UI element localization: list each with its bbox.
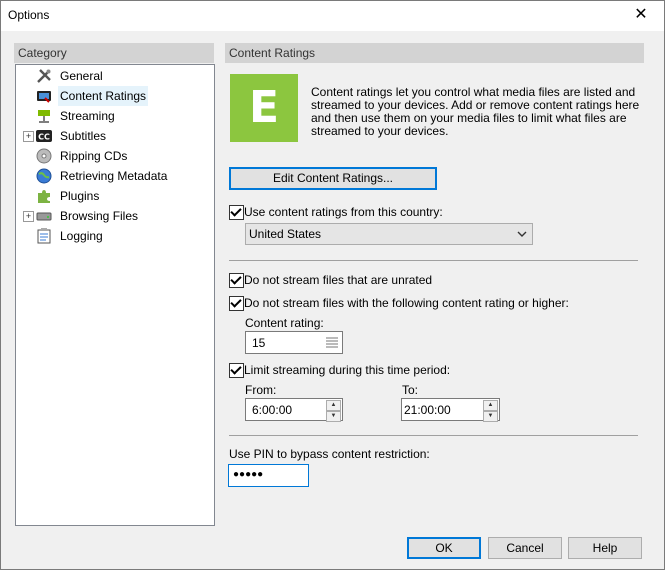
to-time-value: 21:00:00 [404,403,451,417]
spin-up-icon[interactable]: ▲ [483,400,498,411]
pin-label: Use PIN to bypass content restriction: [229,447,430,461]
panel-description: Content ratings let you control what med… [311,85,640,138]
limit-time-checkbox[interactable] [229,363,244,378]
separator [229,260,638,261]
rating-or-higher-label: Do not stream files with the following c… [244,296,569,310]
sidebar-item-label: Ripping CDs [60,149,128,163]
sidebar-item-label: Logging [60,229,103,243]
pin-value: ●●●●● [233,469,264,480]
close-icon: ✕ [634,6,648,23]
to-label: To: [402,383,419,397]
sidebar-item-label: Browsing Files [60,209,139,223]
to-time-field[interactable]: 21:00:00 ▲ ▼ [401,398,500,422]
country-value: United States [249,227,322,241]
use-country-checkbox[interactable] [229,205,244,220]
chevron-down-icon [517,231,527,237]
from-time-field[interactable]: 6:00:00 ▲ ▼ [245,398,343,422]
drive-icon [36,212,52,221]
log-icon [37,228,51,244]
options-window: Options ✕ Category General Content Ratin… [0,0,665,570]
sidebar-item-label: General [60,69,103,83]
spin-down-icon[interactable]: ▼ [326,411,341,422]
limit-time-label: Limit streaming during this time period: [244,363,451,377]
edit-content-ratings-button[interactable]: Edit Content Ratings... [229,167,437,190]
pin-field[interactable]: ●●●●● [228,464,309,487]
svg-text:CC: CC [38,133,50,142]
tools-icon [37,69,51,83]
window-title: Options [8,8,50,22]
from-label: From: [245,383,277,397]
content-ratings-icon [37,91,51,103]
sidebar-item-label: Subtitles [60,129,107,143]
to-time-spinner[interactable]: ▲ ▼ [483,400,498,422]
sidebar-item-label: Content Ratings [58,86,149,106]
from-time-value: 6:00:00 [252,403,293,417]
expand-browsing-files[interactable]: + [23,211,34,222]
sidebar-item-label: Retrieving Metadata [60,169,168,183]
separator [229,435,638,436]
rating-badge: E [230,74,298,142]
cc-icon: CC [36,130,52,142]
spin-up-icon[interactable]: ▲ [326,400,341,411]
list-picker-icon[interactable] [326,337,338,348]
sidebar-item-label: Streaming [60,109,115,123]
category-header: Category [14,43,214,63]
panel-header: Content Ratings [225,43,644,63]
content-rating-field[interactable]: 15 [245,331,343,354]
cd-icon [36,148,52,164]
expand-subtitles[interactable]: + [23,131,34,142]
cancel-button[interactable]: Cancel [488,537,562,559]
ok-button[interactable]: OK [407,537,481,559]
unrated-checkbox[interactable] [229,273,244,288]
unrated-label: Do not stream files that are unrated [244,273,433,287]
content-rating-value: 15 [252,336,266,350]
content-rating-label: Content rating: [245,316,324,330]
use-country-label: Use content ratings from this country: [244,205,443,219]
from-time-spinner[interactable]: ▲ ▼ [326,400,341,422]
globe-icon [36,168,52,184]
category-tree: General Content Ratings Streaming + CC S… [15,64,215,526]
spin-down-icon[interactable]: ▼ [483,411,498,422]
streaming-icon [38,110,50,123]
country-select[interactable]: United States [245,223,533,245]
rating-or-higher-checkbox[interactable] [229,296,244,311]
puzzle-icon [38,190,50,203]
close-button[interactable]: ✕ [618,1,664,31]
help-button[interactable]: Help [568,537,642,559]
title-bar: Options ✕ [1,1,664,31]
sidebar-item-label: Plugins [60,189,100,203]
